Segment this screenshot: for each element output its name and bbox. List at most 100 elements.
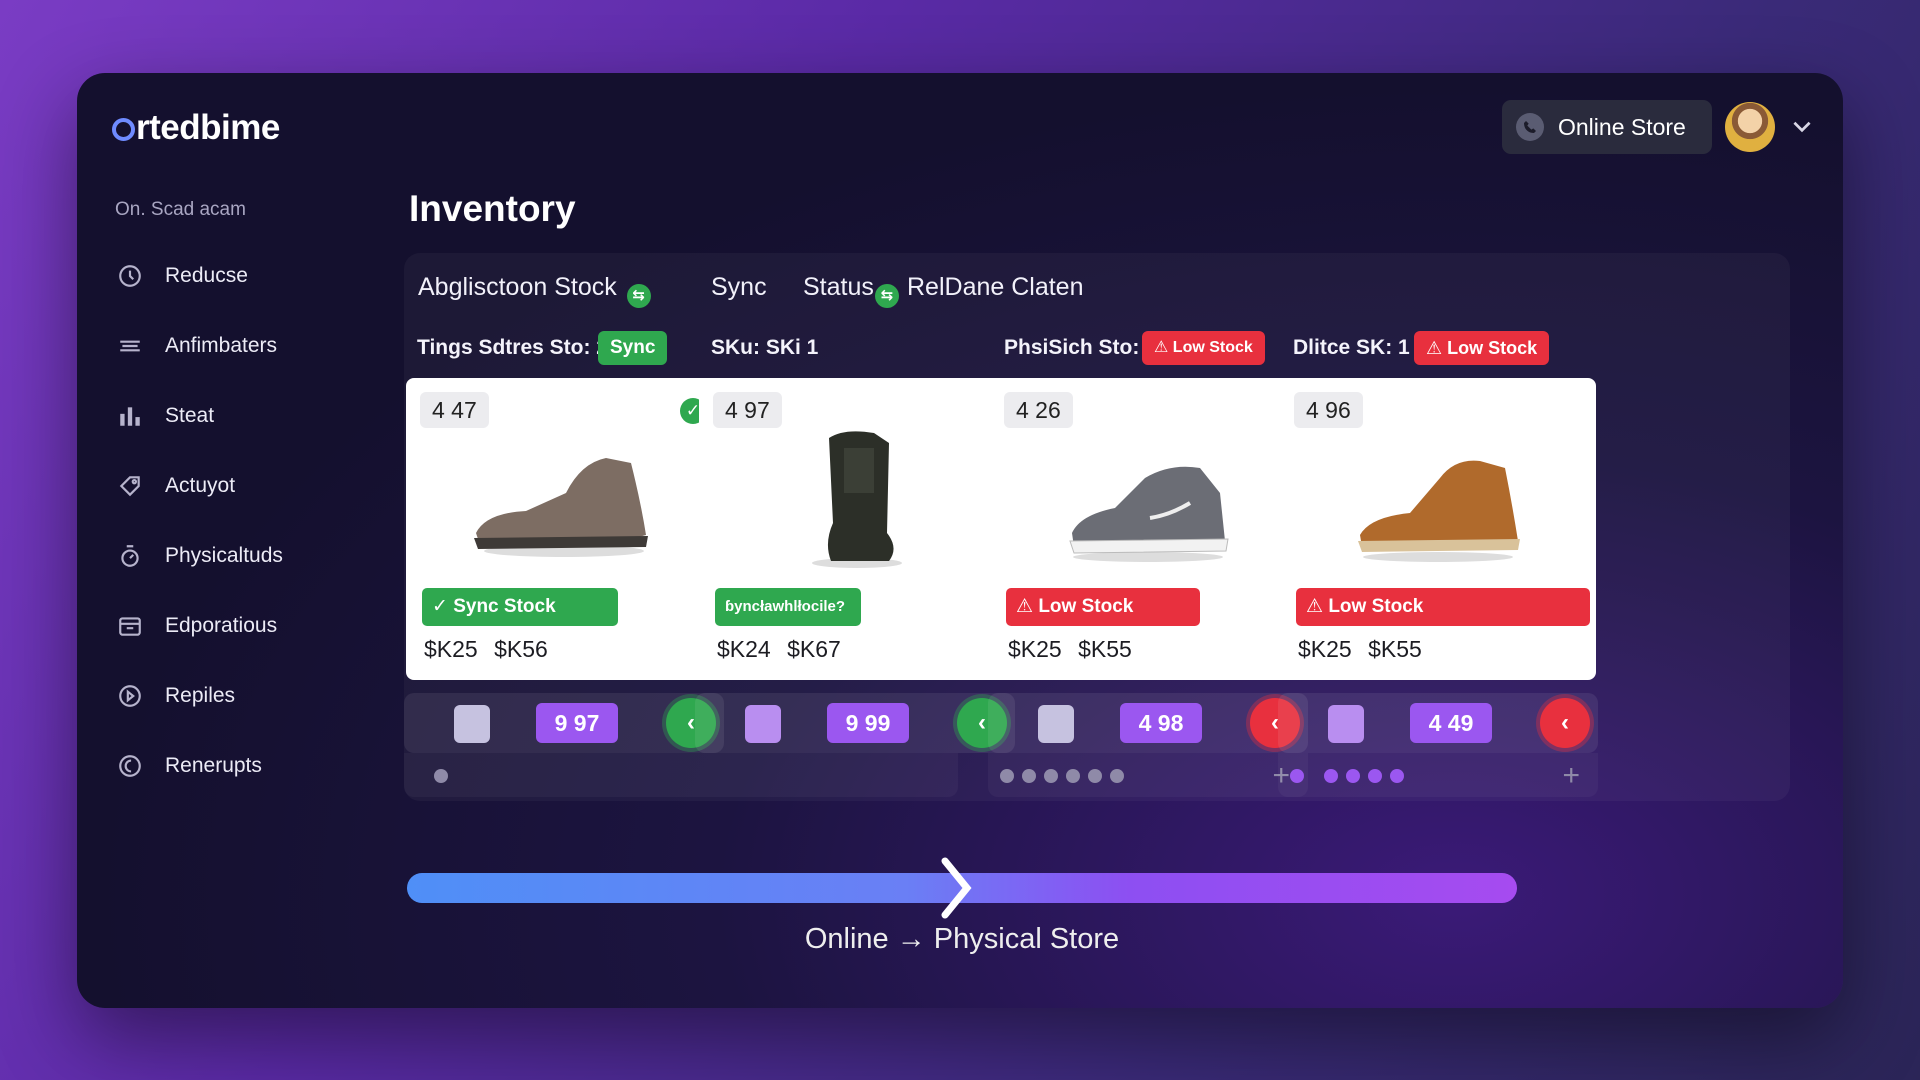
sidebar: On. Scad acam Reducse Anfimbaters Steat … [115,193,375,801]
sidebar-header: On. Scad acam [115,199,246,220]
app-window: rtedbime On. Scad acam Reducse Anfimbate… [77,73,1843,1008]
chevron-down-icon[interactable] [1789,113,1815,139]
page-dot[interactable] [1390,769,1404,783]
low-stock-badge: ⚠ Low Stock [1006,588,1200,626]
product-card[interactable]: 4 47 ✓ ✓ Sync Stock $K25 $K56 [406,378,728,680]
pagination-row: + [988,753,1308,797]
product-card[interactable]: 4 97 ɓyncławhlłocile? $K24 $K67 [699,378,1015,680]
lines-icon [115,331,145,361]
status-value: ⇆ RelDane Claten [875,265,1084,309]
column-header: Dlitce SK: 1 [1293,336,1410,359]
low-stock-badge: ⚠ Low Stock [1296,588,1590,626]
sidebar-item-actuyot[interactable]: Actuyot [115,451,375,521]
sidebar-item-label: Edporatious [165,614,278,637]
pagination-row: + [1278,753,1598,797]
price-row: $K25 $K56 [424,636,548,663]
quantity-value[interactable]: 4 49 [1410,703,1492,743]
status-ok-icon: ⇆ [875,284,899,308]
price-2: $K55 [1078,636,1132,662]
price-row: $K25 $K55 [1008,636,1132,663]
price-row: $K24 $K67 [717,636,841,663]
sidebar-item-label: Repiles [165,684,236,707]
sidebar-item-physicaltuds[interactable]: Physicaltuds [115,521,375,591]
bar-chart-icon [115,401,145,431]
page-title: Inventory [409,188,576,229]
sidebar-item-anfimbaters[interactable]: Anfimbaters [115,311,375,381]
sidebar-item-edporatious[interactable]: Edporatious [115,591,375,661]
sync-location-badge: ɓyncławhlłocile? [715,588,861,626]
sidebar-item-label: Physicaltuds [165,544,283,567]
price-1: $K25 [1008,636,1062,662]
product-control-bar: 4 49 ‹ [1278,693,1598,753]
price-2: $K55 [1368,636,1422,662]
price-2: $K56 [494,636,548,662]
sidebar-item-renerupts[interactable]: Renerupts [115,731,375,801]
user-avatar[interactable] [1725,102,1775,152]
clock-icon [115,261,145,291]
sync-header[interactable]: Sync [711,265,767,309]
sidebar-item-reducse[interactable]: Reducse [115,241,375,311]
page-dot[interactable] [1088,769,1102,783]
low-stock-pill-label: Low Stock [1447,338,1538,358]
tag-icon [115,471,145,501]
status-header: Status [803,273,874,301]
price-2: $K67 [787,636,841,662]
product-control-bar: 9 97 ‹ [404,693,724,753]
box-icon [1328,705,1364,743]
sidebar-item-repiles[interactable]: Repiles [115,661,375,731]
page-dot[interactable] [1044,769,1058,783]
price-row: $K25 $K55 [1298,636,1422,663]
quantity-value[interactable]: 4 98 [1120,703,1202,743]
store-selector-label: Online Store [1558,113,1686,140]
status-value-label: RelDane Claten [907,273,1084,301]
sidebar-item-label: Renerupts [165,754,262,777]
sidebar-item-label: Actuyot [165,474,236,497]
page-dot[interactable] [1324,769,1338,783]
product-control-bar: 9 99 ‹ [695,693,1015,753]
sync-pill[interactable]: Sync [598,331,668,365]
quantity-value[interactable]: 9 99 [827,703,909,743]
product-card[interactable]: 4 96 ⚠ Low Stock $K25 $K55 [1280,378,1596,680]
box-icon [1038,705,1074,743]
stock-header-label: Abglisctoon Stock [418,273,617,301]
quantity-value[interactable]: 9 97 [536,703,618,743]
page-dot[interactable] [1000,769,1014,783]
badge-label: Sync Stock [453,596,556,617]
shoe-image [1069,466,1229,562]
sidebar-item-label: Reducse [165,264,248,287]
box-icon [745,705,781,743]
page-dot[interactable] [434,769,448,783]
app-logo[interactable]: rtedbime [112,108,280,148]
page-dot[interactable] [1066,769,1080,783]
column-header: SKu: SKi 1 [711,336,819,359]
store-selector-button[interactable]: Online Store [1502,100,1712,154]
badge-label: Low Stock [1038,596,1134,617]
shoe-image [474,458,648,557]
price-1: $K25 [1298,636,1352,662]
low-stock-pill-label: Low Stock [1172,339,1253,356]
column-header: PhsiSich Sto: 2 [1004,336,1157,359]
sidebar-item-label: Steat [165,404,215,427]
shoe-image [812,431,902,568]
sidebar-item-steat[interactable]: Steat [115,381,375,451]
moon-icon [115,751,145,781]
page-dot[interactable] [1290,769,1304,783]
product-control-bar: 4 98 ‹ [988,693,1308,753]
chevron-right-icon [941,857,972,919]
store-icon [1516,113,1544,141]
page-dot[interactable] [1368,769,1382,783]
shoe-image [1358,460,1520,562]
sync-stock-badge: ✓ Sync Stock [422,588,618,626]
column-header: Tings Sdtres Sto: 2 [417,336,608,359]
pagination-row [404,753,958,797]
page-dot[interactable] [1346,769,1360,783]
alert-action-button[interactable]: ‹ [1540,698,1590,748]
transfer-label: Online → Physical Store [804,923,1120,955]
add-icon[interactable]: + [1562,759,1580,793]
product-card[interactable]: 4 26 ⚠ Low Stock $K25 $K55 [990,378,1306,680]
page-dot[interactable] [1110,769,1124,783]
sync-ok-icon: ⇆ [626,284,651,308]
low-stock-pill: ⚠ Low Stock [1142,331,1265,365]
page-dot[interactable] [1022,769,1036,783]
folder-icon [115,611,145,641]
